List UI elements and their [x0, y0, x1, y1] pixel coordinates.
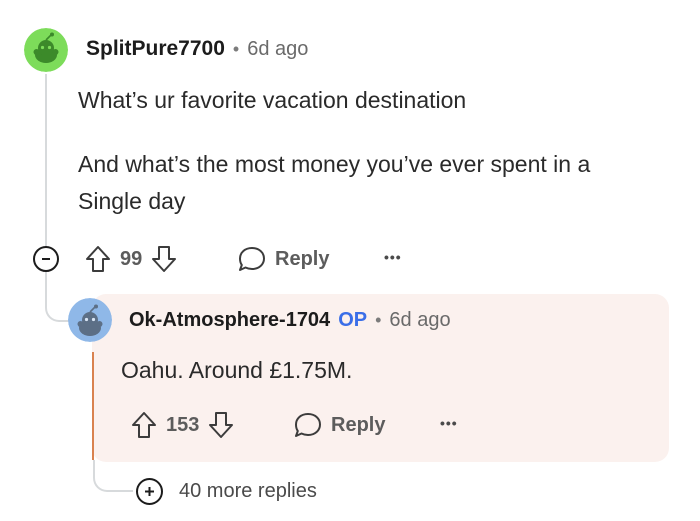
- downvote-icon[interactable]: [150, 244, 178, 274]
- op-highlight-bar: [92, 352, 94, 460]
- vote-count: 99: [120, 247, 143, 270]
- comment-line: And what’s the most money you’ve ever sp…: [78, 151, 591, 177]
- upvote-icon[interactable]: [84, 244, 112, 274]
- comment-line: What’s ur favorite vacation destination: [78, 87, 467, 113]
- downvote-icon[interactable]: [207, 410, 235, 440]
- timestamp[interactable]: 6d ago: [389, 309, 450, 332]
- comment-body: Oahu. Around £1.75M.: [121, 357, 353, 383]
- more-replies-link[interactable]: 40 more replies: [136, 478, 317, 505]
- comment-line: Single day: [78, 188, 186, 214]
- comment-bubble-icon: [239, 247, 265, 271]
- vote-bar: 153: [130, 410, 235, 440]
- vote-bar: 99: [84, 244, 178, 274]
- more-options-button[interactable]: •••: [440, 415, 458, 431]
- vote-count: 153: [166, 413, 200, 436]
- reply-button[interactable]: Reply: [293, 411, 385, 439]
- thread-curve-more: [93, 460, 133, 492]
- expand-button[interactable]: [136, 478, 163, 505]
- collapse-button[interactable]: [33, 246, 59, 272]
- minus-icon: [42, 258, 50, 260]
- upvote-icon[interactable]: [130, 410, 158, 440]
- avatar[interactable]: [68, 298, 112, 342]
- reply-label: Reply: [331, 413, 386, 436]
- comment-header: Ok-Atmosphere-1704 OP • 6d ago: [129, 309, 451, 332]
- separator-dot: •: [375, 310, 382, 330]
- timestamp[interactable]: 6d ago: [247, 38, 308, 61]
- plus-icon: [145, 487, 154, 496]
- comment-header: SplitPure7700 • 6d ago: [86, 37, 308, 61]
- op-badge: OP: [338, 309, 368, 331]
- comment-bubble-icon: [295, 413, 321, 437]
- snoo-avatar-icon: [68, 298, 112, 342]
- reply-label: Reply: [275, 247, 330, 270]
- separator-dot: •: [232, 38, 240, 59]
- username-link[interactable]: SplitPure7700: [86, 37, 225, 61]
- comment-body: What’s ur favorite vacation destination …: [78, 82, 668, 220]
- snoo-avatar-icon: [24, 28, 68, 72]
- reply-button[interactable]: Reply: [237, 245, 329, 273]
- thread-line-parent: [45, 74, 47, 246]
- more-replies-label: 40 more replies: [179, 480, 317, 502]
- more-options-button[interactable]: •••: [384, 249, 402, 265]
- avatar[interactable]: [24, 28, 68, 72]
- username-link[interactable]: Ok-Atmosphere-1704: [129, 309, 330, 332]
